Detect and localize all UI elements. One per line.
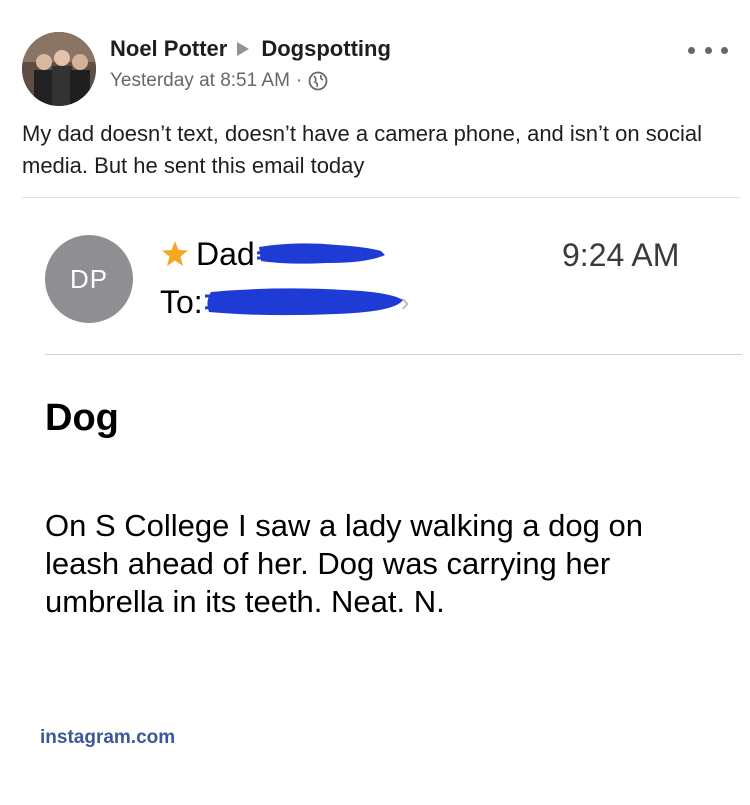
source-watermark: instagram.com <box>40 727 176 748</box>
redaction-scribble <box>204 288 403 316</box>
globe-icon[interactable] <box>308 71 328 91</box>
star-icon[interactable] <box>160 239 190 269</box>
post-text: My dad doesn’t text, doesn’t have a came… <box>22 121 702 178</box>
sender-name[interactable]: Dad <box>196 236 255 273</box>
more-dot <box>704 46 712 54</box>
email-divider <box>45 354 742 355</box>
caret-right-icon <box>237 42 250 56</box>
email-from-row[interactable]: Dad <box>160 234 387 274</box>
sender-avatar: DP <box>45 235 133 323</box>
email-body: On S College I saw a lady walking a dog … <box>45 508 643 619</box>
post-divider <box>22 197 740 198</box>
post-timestamp[interactable]: Yesterday at 8:51 AM <box>110 70 290 92</box>
chevron-right-icon[interactable]: › <box>401 287 410 318</box>
redaction-scribble <box>256 243 385 264</box>
author-avatar[interactable] <box>22 32 96 106</box>
author-photo <box>22 32 96 106</box>
meta-separator: · <box>295 70 303 91</box>
post-meta: Yesterday at 8:51 AM · <box>110 70 328 92</box>
email-to-row[interactable]: To: › <box>160 282 409 322</box>
email-subject: Dog <box>45 397 119 439</box>
post-author-line: Noel Potter Dogspotting <box>110 36 391 62</box>
email-time: 9:24 AM <box>562 237 680 273</box>
group-name[interactable]: Dogspotting <box>261 36 391 62</box>
more-dot <box>721 46 728 54</box>
sender-initials: DP <box>69 263 109 294</box>
to-label: To: <box>160 283 203 320</box>
more-icon[interactable] <box>688 42 728 58</box>
more-dot <box>688 46 695 54</box>
author-name[interactable]: Noel Potter <box>110 36 227 62</box>
